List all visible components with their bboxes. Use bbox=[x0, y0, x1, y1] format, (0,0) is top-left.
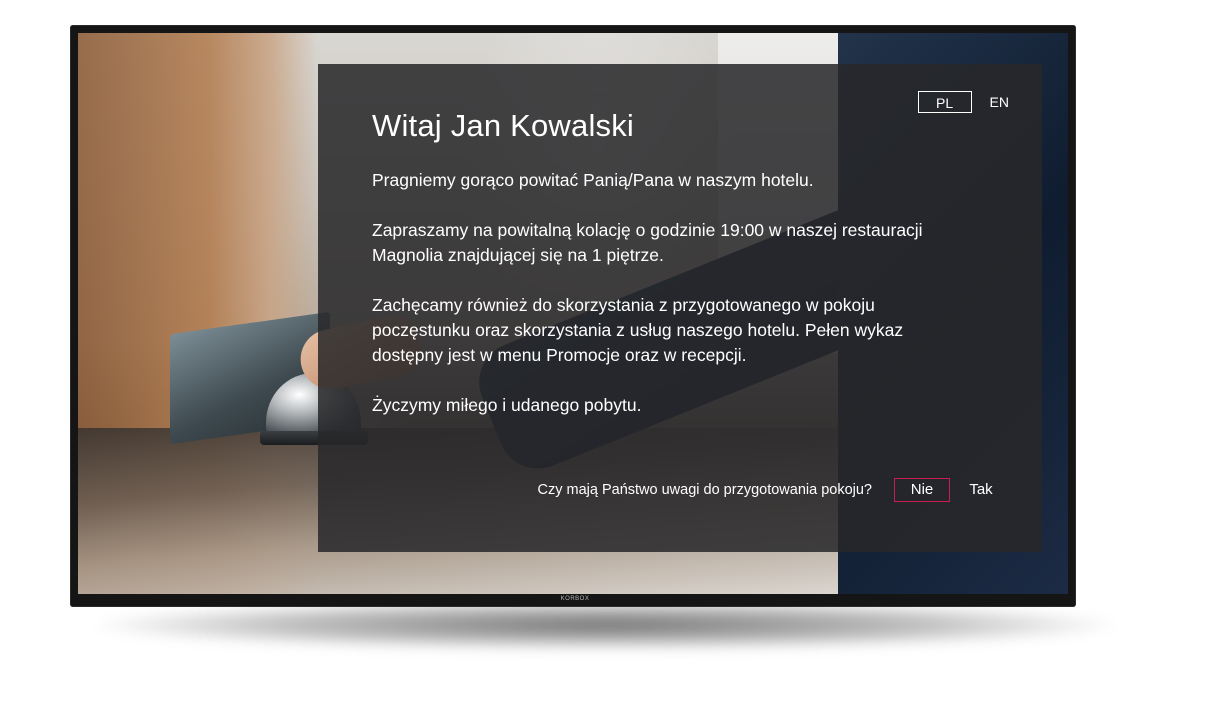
tv-shadow bbox=[95, 600, 1115, 650]
language-option-en[interactable]: EN bbox=[990, 92, 1009, 112]
services-paragraph: Zachęcamy również do skorzystania z przy… bbox=[372, 295, 904, 365]
welcome-panel: PL EN Witaj Jan Kowalski Pragniemy gorąc… bbox=[318, 64, 1042, 552]
answer-no-button[interactable]: Nie bbox=[894, 478, 950, 502]
answer-yes-button[interactable]: Tak bbox=[968, 478, 994, 502]
tv-brand-logo: KORBOX bbox=[560, 596, 590, 602]
language-option-pl[interactable]: PL bbox=[917, 91, 972, 113]
language-switch: PL EN bbox=[917, 91, 1009, 113]
welcome-message: Pragniemy gorąco powitać Panią/Pana w na… bbox=[372, 168, 972, 443]
welcome-paragraph: Pragniemy gorąco powitać Panią/Pana w na… bbox=[372, 170, 814, 190]
farewell-paragraph: Życzymy miłego i udanego pobytu. bbox=[372, 395, 642, 415]
welcome-title: Witaj Jan Kowalski bbox=[372, 108, 635, 143]
room-question-row: Czy mają Państwo uwagi do przygotowania … bbox=[538, 478, 995, 502]
tv-mockup: PL EN Witaj Jan Kowalski Pragniemy gorąc… bbox=[0, 0, 1208, 727]
dinner-invitation-paragraph: Zapraszamy na powitalną kolację o godzin… bbox=[372, 220, 923, 265]
room-question-text: Czy mają Państwo uwagi do przygotowania … bbox=[537, 482, 873, 498]
